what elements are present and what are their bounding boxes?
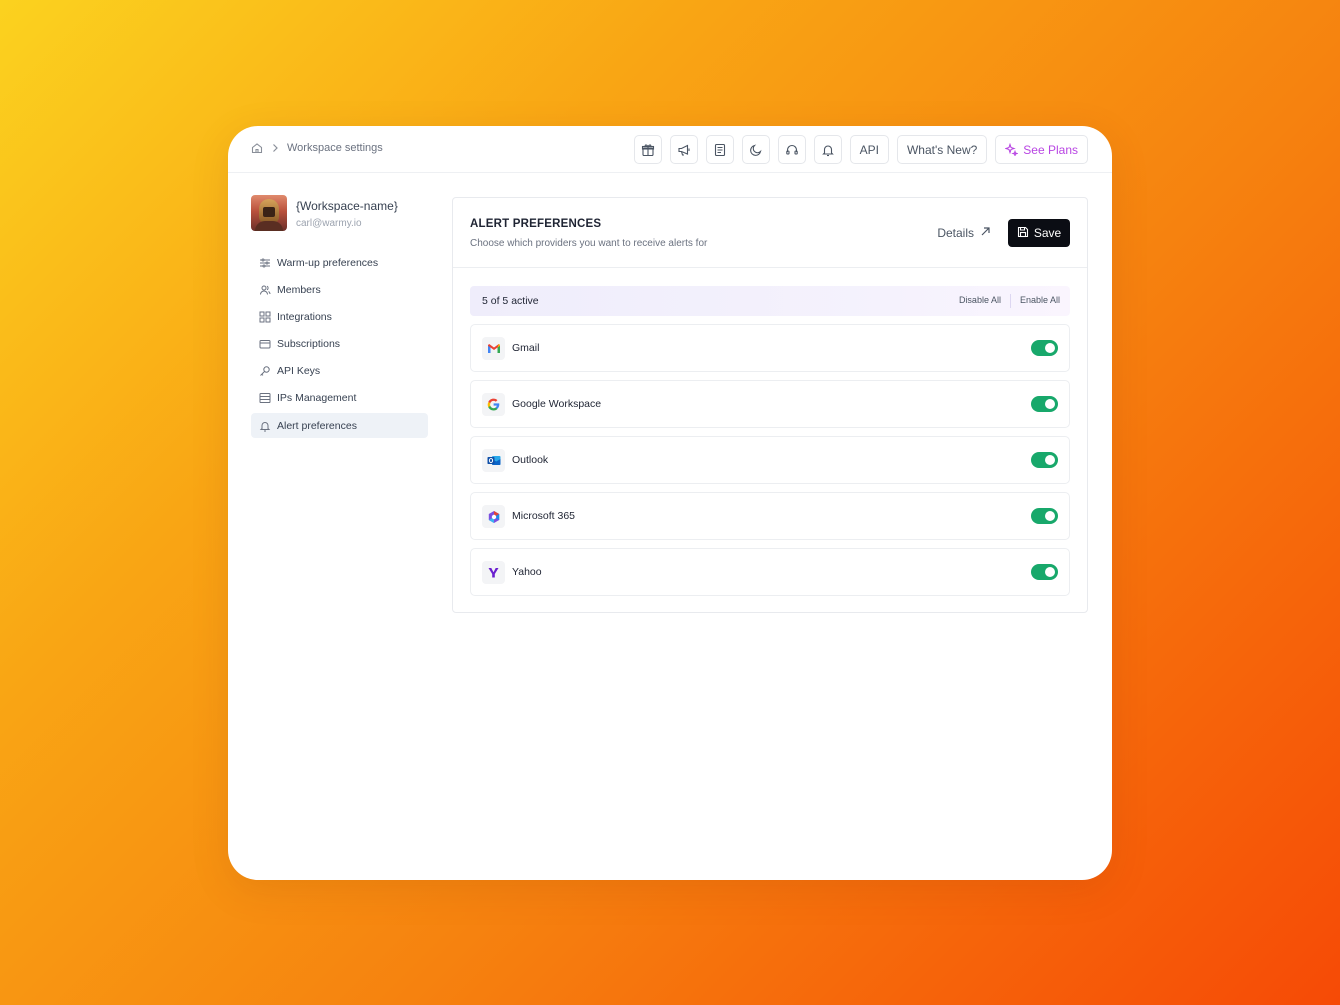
sidebar-item-label: IPs Management — [277, 392, 357, 405]
workspace-email: carl@warmy.io — [296, 218, 362, 229]
divider — [1009, 294, 1011, 308]
gmail-alert-toggle[interactable] — [1031, 340, 1058, 356]
support-button[interactable] — [777, 135, 806, 164]
sidebar-item-label: Subscriptions — [277, 338, 341, 351]
settings-window: Workspace settings API What's New? See P… — [228, 126, 1112, 880]
users-icon — [259, 284, 271, 296]
notifications-button[interactable] — [813, 135, 842, 164]
sidebar-item-ips-management[interactable]: IPs Management — [251, 386, 428, 411]
details-label: Details — [937, 226, 974, 240]
sidebar-item-warm-up-preferences[interactable]: Warm-up preferences — [251, 250, 428, 275]
sidebar-item-api-keys[interactable]: API Keys — [251, 359, 428, 384]
sidebar-item-label: API Keys — [277, 365, 321, 378]
workspace-profile: {Workspace-name} carl@warmy.io — [251, 195, 398, 231]
provider-name: Yahoo — [512, 566, 542, 578]
whats-new-button[interactable]: What's New? — [896, 135, 988, 164]
disable-all-button[interactable]: Disable All — [959, 295, 1001, 308]
alert-preferences-panel: ALERT PREFERENCES Choose which providers… — [452, 197, 1088, 613]
home-icon[interactable] — [251, 142, 263, 154]
top-bar: Workspace settings API What's New? See P… — [228, 126, 1112, 173]
sidebar-item-members[interactable]: Members — [251, 277, 428, 302]
outlook-alert-toggle[interactable] — [1031, 452, 1058, 468]
provider-row-outlook: Outlook — [470, 436, 1070, 484]
sidebar-item-alert-preferences[interactable]: Alert preferences — [251, 413, 428, 439]
settings-sidebar: Warm-up preferences Members Integrations… — [251, 250, 428, 440]
panel-subtitle: Choose which providers you want to recei… — [470, 238, 708, 249]
microsoft-365-icon — [482, 505, 505, 528]
announcements-button[interactable] — [669, 135, 698, 164]
sidebar-item-integrations[interactable]: Integrations — [251, 304, 428, 329]
breadcrumb-current[interactable]: Workspace settings — [287, 142, 383, 154]
docs-button[interactable] — [705, 135, 734, 164]
key-icon — [259, 365, 271, 377]
panel-header: ALERT PREFERENCES Choose which providers… — [453, 198, 1087, 268]
panel-title: ALERT PREFERENCES — [470, 218, 602, 230]
google-icon — [482, 393, 505, 416]
card-icon — [259, 338, 271, 350]
gift-icon — [641, 143, 655, 157]
bell-icon — [259, 420, 271, 432]
sliders-icon — [259, 257, 271, 269]
see-plans-label: See Plans — [1023, 142, 1078, 157]
details-link[interactable]: Details — [937, 226, 991, 240]
grid-icon — [259, 311, 271, 323]
megaphone-icon — [677, 143, 691, 157]
save-button[interactable]: Save — [1008, 219, 1070, 247]
sidebar-item-subscriptions[interactable]: Subscriptions — [251, 332, 428, 357]
avatar — [251, 195, 287, 231]
microsoft-365-alert-toggle[interactable] — [1031, 508, 1058, 524]
provider-row-google-workspace: Google Workspace — [470, 380, 1070, 428]
yahoo-alert-toggle[interactable] — [1031, 564, 1058, 580]
enable-all-button[interactable]: Enable All — [1020, 295, 1060, 308]
sidebar-item-label: Alert preferences — [277, 419, 357, 432]
outlook-icon — [482, 449, 505, 472]
breadcrumb: Workspace settings — [251, 142, 383, 154]
sidebar-item-label: Integrations — [277, 310, 332, 323]
provider-name: Microsoft 365 — [512, 510, 576, 522]
provider-row-microsoft-365: Microsoft 365 — [470, 492, 1070, 540]
sparkle-icon — [1005, 143, 1019, 156]
google-workspace-alert-toggle[interactable] — [1031, 396, 1058, 412]
provider-name: Google Workspace — [512, 398, 602, 410]
headset-icon — [785, 143, 799, 157]
provider-row-gmail: Gmail — [470, 324, 1070, 372]
toolbar: API What's New? See Plans — [633, 135, 1088, 164]
theme-toggle-button[interactable] — [741, 135, 770, 164]
provider-name: Outlook — [512, 454, 549, 466]
gift-button[interactable] — [633, 135, 662, 164]
bell-icon — [821, 143, 835, 157]
sidebar-item-label: Members — [277, 283, 321, 296]
arrow-up-right-icon — [980, 226, 991, 240]
moon-icon — [749, 143, 763, 157]
sidebar-item-label: Warm-up preferences — [277, 256, 379, 269]
server-icon — [259, 392, 271, 404]
active-summary-bar: 5 of 5 active Disable All Enable All — [470, 286, 1070, 316]
gmail-icon — [482, 337, 505, 360]
yahoo-icon — [482, 561, 505, 584]
provider-row-yahoo: Yahoo — [470, 548, 1070, 596]
save-label: Save — [1033, 226, 1062, 240]
chevron-right-icon — [271, 143, 279, 153]
workspace-name: {Workspace-name} — [296, 199, 398, 213]
save-icon — [1017, 226, 1029, 241]
active-count: 5 of 5 active — [482, 295, 539, 307]
document-icon — [713, 143, 727, 157]
see-plans-button[interactable]: See Plans — [995, 135, 1088, 164]
provider-name: Gmail — [512, 342, 540, 354]
api-button[interactable]: API — [849, 135, 889, 164]
